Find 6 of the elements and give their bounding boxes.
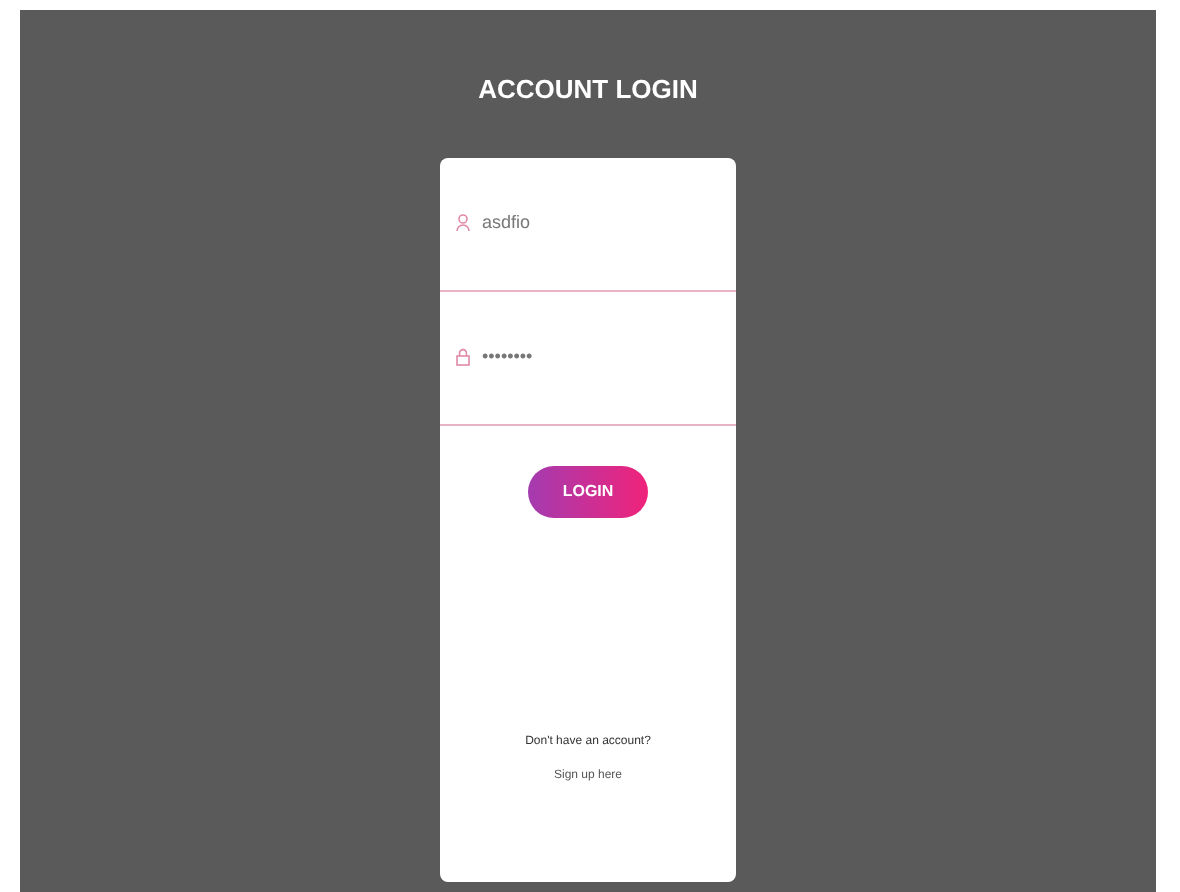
user-icon	[456, 214, 470, 232]
page-title: ACCOUNT LOGIN	[478, 72, 698, 108]
login-button[interactable]: LOGIN	[528, 465, 648, 517]
password-field[interactable]: ••••••••	[482, 343, 702, 371]
username-field[interactable]: asdfio	[482, 209, 702, 237]
lock-icon	[456, 348, 470, 366]
